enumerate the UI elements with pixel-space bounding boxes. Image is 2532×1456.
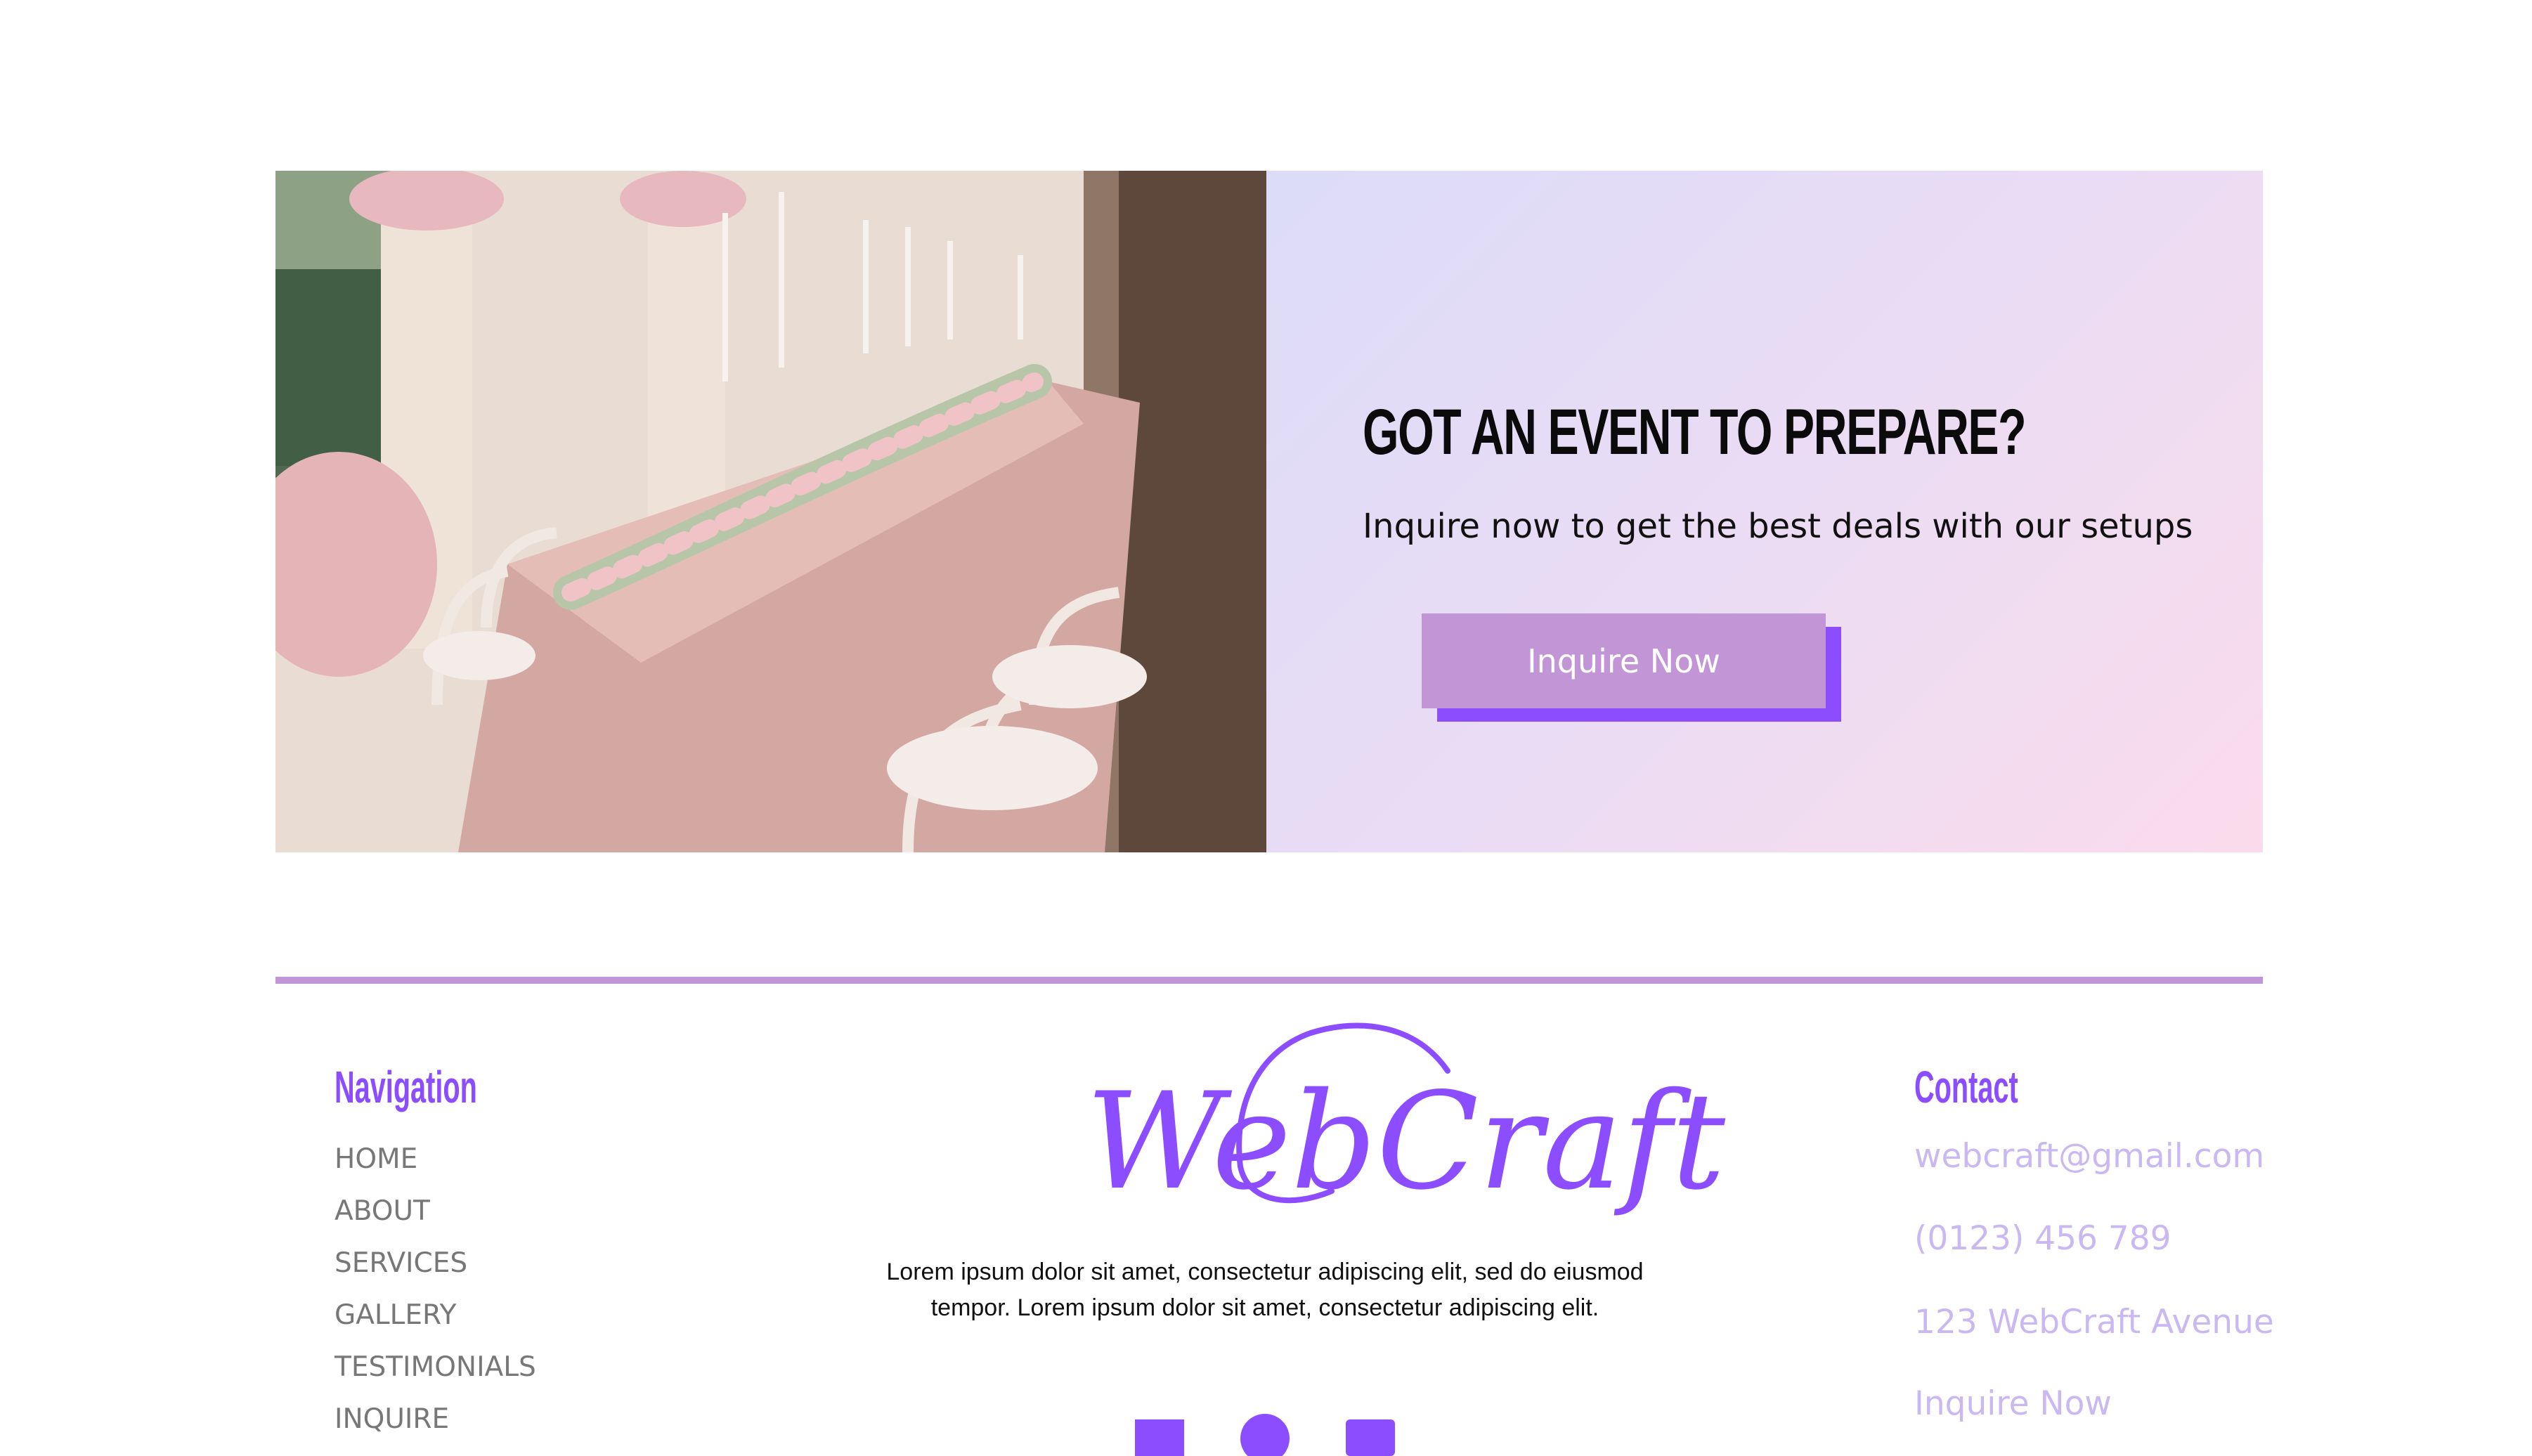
contact-heading: Contact bbox=[1914, 1062, 2018, 1112]
cta-panel: GOT AN EVENT TO PREPARE? Inquire now to … bbox=[1266, 171, 2263, 852]
event-table-image bbox=[275, 171, 1266, 852]
contact-address: 123 WebCraft Avenue bbox=[1914, 1303, 2274, 1341]
cta-subtitle: Inquire now to get the best deals with o… bbox=[1363, 507, 2193, 546]
social-icons bbox=[1135, 1414, 1416, 1456]
inquire-now-button[interactable]: Inquire Now bbox=[1422, 613, 1826, 708]
nav-item-about[interactable]: ABOUT bbox=[335, 1185, 756, 1237]
nav-item-home[interactable]: HOME bbox=[335, 1133, 756, 1185]
footer-divider bbox=[275, 977, 2263, 984]
nav-item-inquire[interactable]: INQUIRE bbox=[335, 1393, 756, 1445]
pinterest-icon[interactable] bbox=[1240, 1414, 1290, 1456]
contact-inquire-link[interactable]: Inquire Now bbox=[1914, 1384, 2112, 1423]
nav-list: HOME ABOUT SERVICES GALLERY TESTIMONIALS… bbox=[335, 1133, 756, 1445]
brand-description: Lorem ipsum dolor sit amet, consectetur … bbox=[886, 1259, 1644, 1321]
nav-item-services[interactable]: SERVICES bbox=[335, 1237, 756, 1289]
footer-navigation: Navigation HOME ABOUT SERVICES GALLERY T… bbox=[335, 1061, 564, 1435]
facebook-icon[interactable] bbox=[1135, 1414, 1184, 1456]
cta-section: GOT AN EVENT TO PREPARE? Inquire now to … bbox=[275, 171, 2263, 852]
webcraft-logo[interactable]: WebCraft bbox=[1065, 1012, 1726, 1244]
instagram-icon[interactable] bbox=[1346, 1414, 1395, 1456]
event-table-illustration bbox=[275, 171, 1266, 852]
navigation-heading: Navigation bbox=[335, 1062, 477, 1112]
footer-contact: Contact webcraft@gmail.com (0123) 456 78… bbox=[1914, 1061, 2274, 1423]
webcraft-logo-script: WebCraft bbox=[1086, 1022, 1726, 1219]
contact-phone[interactable]: (0123) 456 789 bbox=[1914, 1219, 2171, 1258]
contact-email[interactable]: webcraft@gmail.com bbox=[1914, 1137, 2264, 1176]
inquire-now-button-group: Inquire Now bbox=[1422, 613, 1843, 726]
nav-item-testimonials[interactable]: TESTIMONIALS bbox=[335, 1341, 756, 1393]
cta-title: GOT AN EVENT TO PREPARE? bbox=[1363, 396, 2027, 468]
logo-text: WebCraft bbox=[1086, 1064, 1726, 1219]
footer-brand: WebCraft Lorem ipsum dolor sit amet, con… bbox=[885, 1012, 1726, 1456]
nav-item-gallery[interactable]: GALLERY bbox=[335, 1289, 756, 1341]
